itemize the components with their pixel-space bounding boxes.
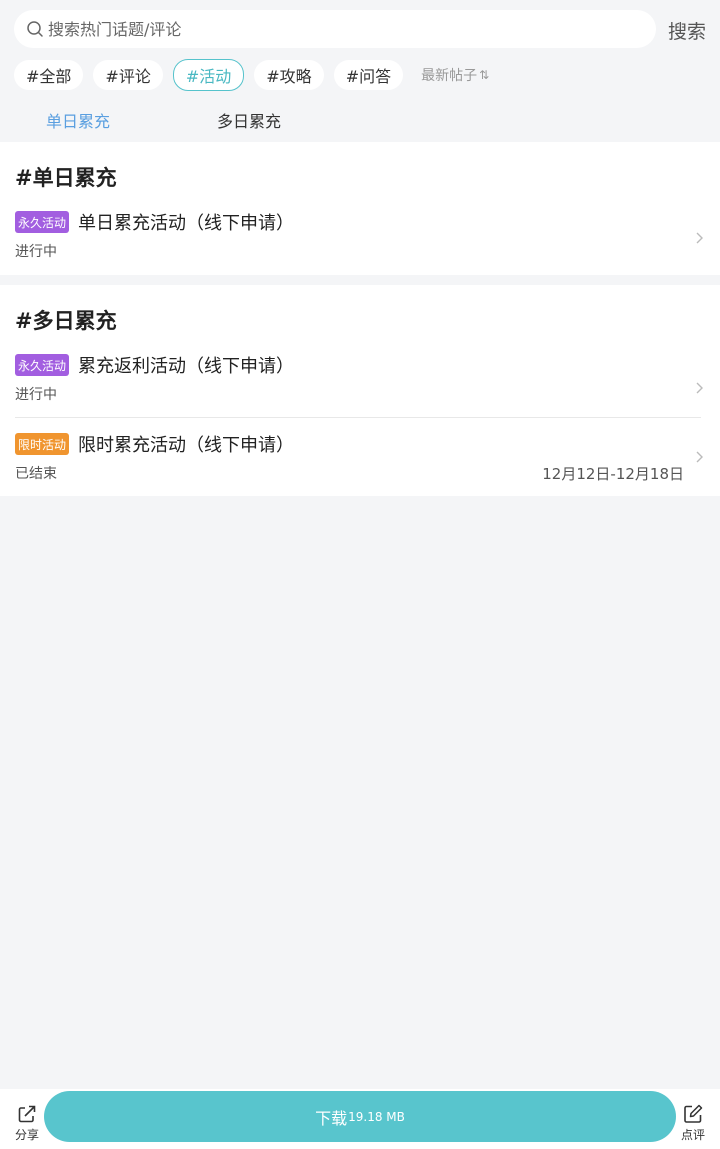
edit-icon [684, 1104, 703, 1123]
subtab-single-day[interactable]: 单日累充 [46, 108, 110, 132]
tag-activities[interactable]: #活动 [172, 59, 245, 91]
review-button[interactable]: 点评 [680, 1103, 706, 1143]
activity-status: 已结束 [15, 466, 57, 482]
activity-item[interactable]: 永久活动 单日累充活动（线下申请） 进行中 [0, 211, 720, 266]
permanent-badge: 永久活动 [15, 354, 70, 376]
bottom-bar: 分享 下载 19.18 MB 点评 [0, 1089, 720, 1149]
activity-status: 进行中 [15, 244, 57, 260]
sort-toggle[interactable]: 最新帖子 ⇅ [421, 65, 489, 85]
subtab-multi-day[interactable]: 多日累充 [217, 108, 281, 132]
activity-status: 进行中 [15, 387, 57, 403]
limited-time-badge: 限时活动 [15, 433, 70, 455]
search-button[interactable]: 搜索 [668, 17, 706, 44]
section-title: #多日累充 [15, 309, 117, 333]
sort-label: 最新帖子 [421, 68, 478, 84]
section-title: #单日累充 [15, 166, 117, 190]
search-box[interactable] [14, 10, 656, 48]
tag-comments[interactable]: #评论 [93, 60, 163, 90]
download-button[interactable]: 下载 19.18 MB [44, 1091, 676, 1142]
activity-title: 限时累充活动（线下申请） [78, 435, 294, 456]
chevron-right-icon [696, 232, 703, 244]
review-label: 点评 [680, 1128, 705, 1142]
subtab-bar: 单日累充 多日累充 [0, 108, 720, 136]
download-label: 下载 [315, 1108, 348, 1128]
download-size: 19.18 MB [348, 1109, 405, 1124]
chevron-right-icon [696, 382, 703, 394]
section-multi-day: #多日累充 永久活动 累充返利活动（线下申请） 进行中 限时活动 限时累充活动（… [0, 285, 720, 496]
permanent-badge: 永久活动 [15, 211, 70, 233]
top-area: 搜索 #全部 #评论 #活动 #攻略 #问答 最新帖子 ⇅ 单日累充 多日累充 [0, 0, 720, 142]
share-label: 分享 [14, 1128, 39, 1142]
activity-date-range: 12月12日-12月18日 [542, 465, 684, 483]
activity-item[interactable]: 永久活动 累充返利活动（线下申请） 进行中 [0, 354, 720, 409]
divider [15, 417, 701, 418]
activity-title: 累充返利活动（线下申请） [78, 356, 294, 377]
share-icon [18, 1105, 36, 1123]
tag-bar: #全部 #评论 #活动 #攻略 #问答 最新帖子 ⇅ [14, 59, 489, 91]
chevron-right-icon [696, 451, 703, 463]
share-button[interactable]: 分享 [14, 1103, 40, 1143]
section-single-day: #单日累充 永久活动 单日累充活动（线下申请） 进行中 [0, 142, 720, 275]
search-input[interactable] [48, 19, 628, 39]
tag-guides[interactable]: #攻略 [254, 60, 324, 90]
tag-qa[interactable]: #问答 [333, 60, 404, 90]
tag-all[interactable]: #全部 [14, 60, 84, 90]
activity-title: 单日累充活动（线下申请） [78, 213, 294, 234]
search-icon [27, 21, 43, 37]
activity-item[interactable]: 限时活动 限时累充活动（线下申请） 已结束 12月12日-12月18日 [0, 433, 720, 488]
sort-arrows-icon: ⇅ [479, 68, 490, 82]
